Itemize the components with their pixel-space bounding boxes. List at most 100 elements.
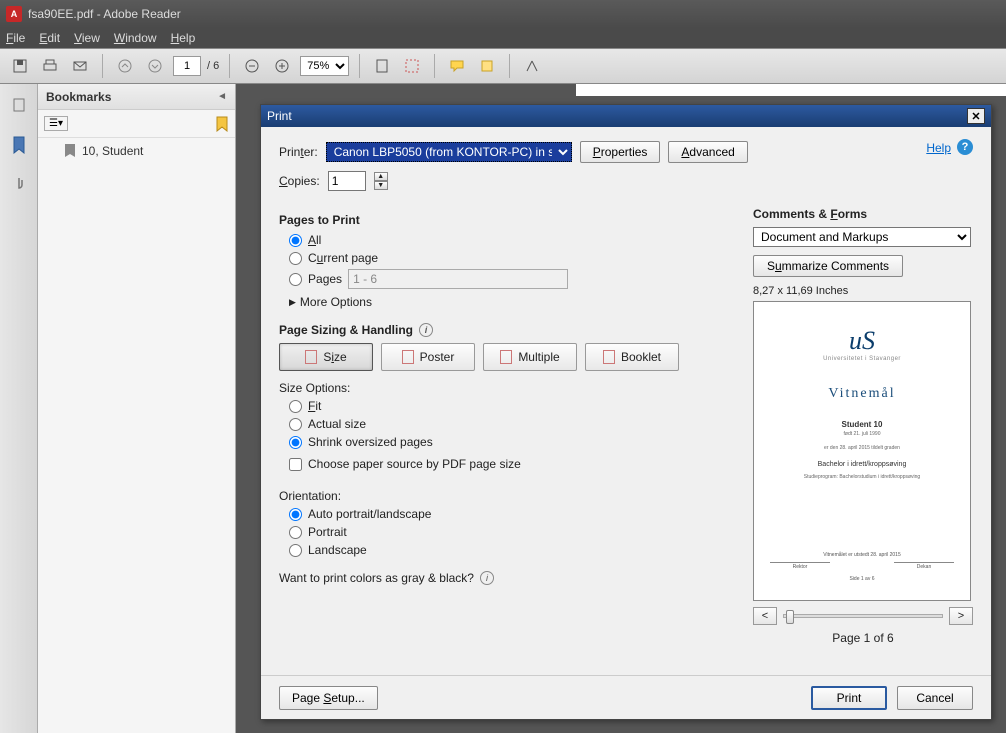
close-icon[interactable]: ✕ — [967, 108, 985, 124]
new-bookmark-icon[interactable] — [215, 116, 229, 132]
bookmark-icon — [64, 144, 76, 158]
print-confirm-button[interactable]: Print — [811, 686, 887, 710]
info-icon[interactable]: i — [419, 323, 433, 337]
menu-window[interactable]: Window — [114, 31, 157, 45]
radio-landscape-label: Landscape — [308, 543, 367, 557]
properties-button[interactable]: Properties — [580, 141, 661, 163]
size-options-label: Size Options: — [279, 381, 709, 395]
radio-portrait-label: Portrait — [308, 525, 347, 539]
window-title: fsa90EE.pdf - Adobe Reader — [28, 7, 181, 21]
bookmark-options-icon[interactable]: ☰▾ — [44, 116, 68, 131]
copies-label: Copies: — [279, 174, 320, 188]
tool-button-1[interactable] — [370, 54, 394, 78]
help-icon[interactable]: ? — [957, 139, 973, 155]
save-button[interactable] — [8, 54, 32, 78]
print-dialog: Print ✕ Help ? Printer: Canon LBP5050 (f… — [260, 104, 992, 720]
logo-subtext: Universitetet i Stavanger — [770, 356, 954, 362]
radio-portrait[interactable] — [289, 526, 302, 539]
radio-pages[interactable] — [289, 273, 302, 286]
preview-prev-button[interactable]: < — [753, 607, 777, 625]
menubar: File Edit View Window Help — [0, 28, 1006, 48]
bookmarks-title: Bookmarks — [46, 90, 111, 104]
comments-select[interactable]: Document and Markups — [753, 227, 971, 247]
preview-slider[interactable] — [783, 614, 943, 618]
preview-degree: Bachelor i idrett/kroppsøving — [770, 461, 954, 468]
radio-all[interactable] — [289, 234, 302, 247]
preview-next-button[interactable]: > — [949, 607, 973, 625]
page-number-input[interactable] — [173, 56, 201, 76]
page-up-button[interactable] — [113, 54, 137, 78]
summarize-button[interactable]: Summarize Comments — [753, 255, 903, 277]
radio-shrink[interactable] — [289, 436, 302, 449]
advanced-button[interactable]: Advanced — [668, 141, 747, 163]
radio-actual-label: Actual size — [308, 417, 366, 431]
page-setup-button[interactable]: Page Setup... — [279, 686, 378, 710]
preview-dimensions: 8,27 x 11,69 Inches — [753, 285, 973, 297]
email-button[interactable] — [68, 54, 92, 78]
bookmark-label: 10, Student — [82, 144, 143, 158]
attachments-tab[interactable] — [8, 174, 30, 196]
sizing-title: Page Sizing & Handling — [279, 323, 413, 337]
bookmarks-tab[interactable] — [8, 134, 30, 156]
preview-page-label: Page 1 of 6 — [753, 631, 973, 645]
preview-date: Vitnemålet er utstedt 28. april 2015 — [770, 552, 954, 558]
zoom-select[interactable]: 75% — [300, 56, 349, 76]
booklet-button[interactable]: Booklet — [585, 343, 679, 371]
zoom-out-button[interactable] — [240, 54, 264, 78]
radio-all-label: All — [308, 233, 321, 247]
check-paper-source[interactable] — [289, 458, 302, 471]
separator — [102, 54, 103, 78]
radio-auto-orient[interactable] — [289, 508, 302, 521]
radio-actual[interactable] — [289, 418, 302, 431]
radio-pages-label: Pages — [308, 272, 342, 286]
poster-button[interactable]: Poster — [381, 343, 475, 371]
info-icon[interactable]: i — [480, 571, 494, 585]
highlight-button[interactable] — [475, 54, 499, 78]
pdf-icon: A — [6, 6, 22, 22]
orientation-label: Orientation: — [279, 489, 709, 503]
pages-range-input[interactable] — [348, 269, 568, 289]
separator — [434, 54, 435, 78]
radio-fit-label: Fit — [308, 399, 321, 413]
preview-doc-title: Vitnemål — [770, 386, 954, 402]
menu-help[interactable]: Help — [171, 31, 196, 45]
read-mode-button[interactable] — [520, 54, 544, 78]
printer-label: Printer: — [279, 145, 318, 159]
comment-button[interactable] — [445, 54, 469, 78]
radio-current-label: Current page — [308, 251, 378, 265]
size-button[interactable]: Size — [279, 343, 373, 371]
side-tabstrip — [0, 84, 38, 733]
radio-landscape[interactable] — [289, 544, 302, 557]
copies-spinner[interactable]: ▲▼ — [374, 172, 388, 190]
more-options[interactable]: ▶More Options — [289, 295, 709, 309]
menu-file[interactable]: File — [6, 31, 25, 45]
check-paper-source-label: Choose paper source by PDF page size — [308, 457, 521, 471]
copies-input[interactable] — [328, 171, 366, 191]
page-count: / 6 — [207, 60, 219, 72]
printer-select[interactable]: Canon LBP5050 (from KONTOR-PC) in sess — [326, 142, 572, 162]
collapse-icon[interactable]: ◄ — [217, 91, 227, 102]
preview-student: Student 10 — [770, 420, 954, 429]
multiple-button[interactable]: Multiple — [483, 343, 577, 371]
preview-student-sub: født 21. juli 1990 — [770, 431, 954, 437]
preview-footer: Side 1 av 6 — [770, 576, 954, 582]
cancel-button[interactable]: Cancel — [897, 686, 973, 710]
tool-button-2[interactable] — [400, 54, 424, 78]
page-down-button[interactable] — [143, 54, 167, 78]
thumbnails-tab[interactable] — [8, 94, 30, 116]
preview-sig1: Rektor — [770, 562, 830, 570]
print-preview: uS Universitetet i Stavanger Vitnemål St… — [753, 301, 971, 601]
radio-current[interactable] — [289, 252, 302, 265]
print-button[interactable] — [38, 54, 62, 78]
pages-to-print-title: Pages to Print — [279, 213, 709, 227]
help-link[interactable]: Help — [926, 141, 951, 155]
zoom-in-button[interactable] — [270, 54, 294, 78]
preview-line1: er den 28. april 2015 tildelt graden — [770, 445, 954, 451]
comments-forms-title: Comments & Forms — [753, 207, 973, 221]
bookmark-item[interactable]: 10, Student — [38, 138, 235, 164]
dialog-title: Print — [267, 109, 292, 123]
toolbar: / 6 75% — [0, 48, 1006, 84]
menu-edit[interactable]: Edit — [39, 31, 60, 45]
radio-fit[interactable] — [289, 400, 302, 413]
menu-view[interactable]: View — [74, 31, 100, 45]
